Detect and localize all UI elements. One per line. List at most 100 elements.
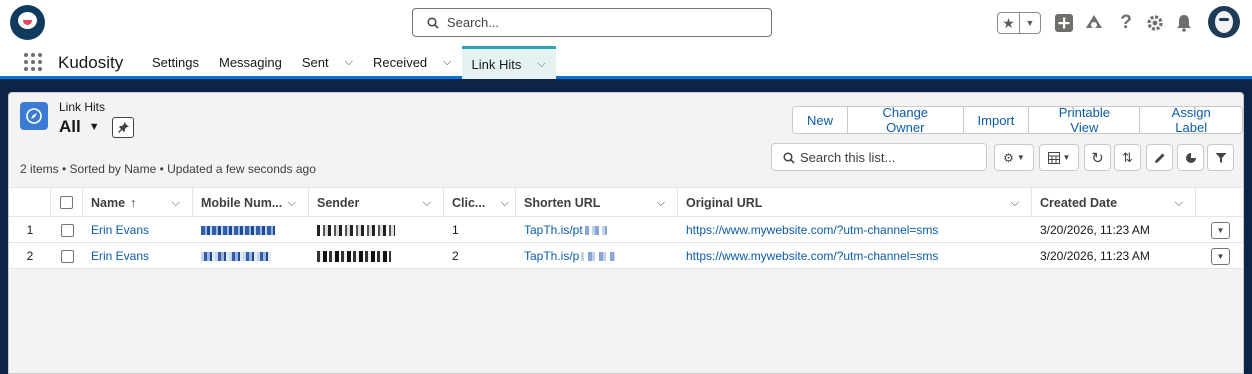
- chevron-down-icon[interactable]: ⌵: [345, 56, 353, 69]
- pencil-icon: [1154, 153, 1164, 163]
- row-actions-menu[interactable]: ▼: [1211, 221, 1230, 239]
- edit-button[interactable]: [1146, 144, 1173, 171]
- list-settings-button[interactable]: ⚙ ▼: [994, 144, 1034, 171]
- chevron-down-icon: ▼: [1062, 153, 1071, 162]
- column-label: Clic...: [452, 195, 486, 210]
- column-label: Created Date: [1040, 195, 1118, 210]
- created-date: 3/20/2026, 11:23 AM: [1040, 223, 1150, 237]
- chevron-down-icon[interactable]: ⌵: [423, 197, 431, 210]
- chevron-down-icon[interactable]: ⌵: [1011, 197, 1019, 210]
- row-actions-menu[interactable]: ▼: [1211, 247, 1230, 265]
- column-header-name[interactable]: Name ↑ ⌵: [83, 188, 193, 217]
- cloud-icon[interactable]: [1083, 12, 1105, 34]
- original-url-link[interactable]: https://www.mywebsite.com/?utm-channel=s…: [686, 223, 938, 237]
- list-actions: New Change Owner Import Printable View A…: [792, 105, 1243, 135]
- chevron-down-icon[interactable]: ⌵: [501, 197, 509, 210]
- assign-label-button[interactable]: Assign Label: [1139, 105, 1243, 135]
- nav-item-link-hits[interactable]: Link Hits ⌵: [461, 46, 556, 79]
- list-search[interactable]: [771, 143, 987, 171]
- row-checkbox[interactable]: [60, 249, 74, 263]
- chevron-down-icon[interactable]: ⌵: [657, 197, 665, 210]
- column-header-mobile-number[interactable]: Mobile Num... ⌵: [193, 188, 309, 217]
- row-checkbox[interactable]: [60, 223, 74, 237]
- record-name-link[interactable]: Erin Evans: [91, 249, 149, 263]
- row-number: 1: [26, 223, 34, 237]
- table-row[interactable]: 1 Erin Evans 1 TapTh.is/pt https://www.m…: [9, 217, 1243, 243]
- list-search-input[interactable]: [800, 149, 980, 166]
- row-number-header: [9, 188, 51, 217]
- sort-icon: ⇅: [1122, 149, 1133, 165]
- avatar[interactable]: [1208, 6, 1240, 38]
- display-as-button[interactable]: ▼: [1039, 144, 1079, 171]
- chevron-down-icon[interactable]: ⌵: [172, 197, 180, 210]
- charts-button[interactable]: [1177, 144, 1204, 171]
- table-header: Name ↑ ⌵ Mobile Num... ⌵ Sender ⌵ Clic..…: [9, 187, 1243, 217]
- select-all-checkbox[interactable]: [60, 196, 73, 209]
- column-header-shorten-url[interactable]: Shorten URL ⌵: [516, 188, 678, 217]
- printable-view-button[interactable]: Printable View: [1028, 105, 1141, 135]
- nav-item-label: Settings: [152, 55, 199, 70]
- chevron-down-icon: ▼: [1216, 251, 1225, 261]
- sort-ascending-icon: ↑: [130, 195, 137, 210]
- global-search[interactable]: [412, 8, 772, 37]
- sort-button[interactable]: ⇅: [1114, 144, 1141, 171]
- shorten-url-link[interactable]: TapTh.is/p: [524, 249, 579, 263]
- nav-item-settings[interactable]: Settings: [142, 46, 209, 79]
- shorten-url-link[interactable]: TapTh.is/pt: [524, 223, 583, 237]
- refresh-icon: ↻: [1091, 149, 1104, 167]
- list-info: 2 items • Sorted by Name • Updated a few…: [20, 162, 316, 176]
- bell-icon[interactable]: [1173, 12, 1195, 34]
- plus-icon[interactable]: [1053, 12, 1075, 34]
- star-icon[interactable]: ★: [998, 13, 1020, 33]
- chevron-down-icon[interactable]: ⌵: [288, 197, 296, 210]
- column-label: Sender: [317, 195, 360, 210]
- app-launcher-icon[interactable]: [24, 53, 42, 71]
- records-table: Name ↑ ⌵ Mobile Num... ⌵ Sender ⌵ Clic..…: [9, 187, 1243, 269]
- nav-item-label: Link Hits: [471, 56, 522, 72]
- column-header-sender[interactable]: Sender ⌵: [309, 188, 444, 217]
- chevron-down-icon[interactable]: ⌵: [537, 58, 545, 71]
- filter-button[interactable]: [1207, 144, 1234, 171]
- mobile-number-redacted: [193, 217, 309, 243]
- change-owner-button[interactable]: Change Owner: [847, 105, 964, 135]
- search-icon: [427, 17, 439, 29]
- column-header-created-date[interactable]: Created Date ⌵: [1032, 188, 1196, 217]
- original-url-link[interactable]: https://www.mywebsite.com/?utm-channel=s…: [686, 249, 938, 263]
- import-button[interactable]: Import: [962, 106, 1030, 134]
- chevron-down-icon: ▼: [1216, 225, 1225, 235]
- record-name-link[interactable]: Erin Evans: [91, 223, 149, 237]
- list-view-card: Link Hits All ▼ New Change Owner Import …: [8, 92, 1244, 374]
- chevron-down-icon[interactable]: ⌵: [443, 56, 451, 69]
- chevron-down-icon[interactable]: ▼: [1020, 13, 1040, 33]
- refresh-button[interactable]: ↻: [1084, 144, 1111, 171]
- clicks-value: 2: [452, 249, 459, 263]
- favorites-group[interactable]: ★ ▼: [997, 12, 1041, 34]
- gear-icon[interactable]: [1144, 12, 1166, 34]
- column-header-clicks[interactable]: Clic... ⌵: [444, 188, 516, 217]
- kudosity-logo[interactable]: [10, 5, 45, 40]
- column-header-original-url[interactable]: Original URL ⌵: [678, 188, 1032, 217]
- caret-down-icon[interactable]: ▼: [89, 121, 100, 133]
- nav-item-received[interactable]: Received ⌵: [363, 46, 462, 79]
- nav-item-sent[interactable]: Sent ⌵: [292, 46, 363, 79]
- redacted-text: [581, 252, 616, 261]
- chevron-down-icon[interactable]: ⌵: [1175, 197, 1183, 210]
- help-icon[interactable]: ?: [1115, 12, 1137, 34]
- nav-item-label: Received: [372, 55, 428, 70]
- redacted-text: [584, 226, 607, 235]
- view-name: All: [59, 117, 81, 136]
- column-label: Mobile Num...: [201, 195, 283, 210]
- nav-item-messaging[interactable]: Messaging: [209, 46, 292, 79]
- column-label: Name: [91, 195, 126, 210]
- list-view-selector[interactable]: All ▼: [59, 117, 100, 137]
- table-row[interactable]: 2 Erin Evans 2 TapTh.is/p https://www.my…: [9, 243, 1243, 269]
- table-icon: [1047, 151, 1060, 164]
- pin-button[interactable]: [112, 117, 134, 138]
- new-button[interactable]: New: [792, 106, 849, 134]
- row-number: 2: [26, 249, 34, 263]
- app-nav-bar: Kudosity Settings Messaging Sent ⌵ Receiv…: [0, 46, 1252, 79]
- global-search-input[interactable]: [447, 13, 757, 32]
- search-icon: [783, 152, 795, 164]
- nav-items: Settings Messaging Sent ⌵ Received ⌵ Link …: [142, 46, 556, 79]
- gear-icon: ⚙: [1003, 150, 1014, 165]
